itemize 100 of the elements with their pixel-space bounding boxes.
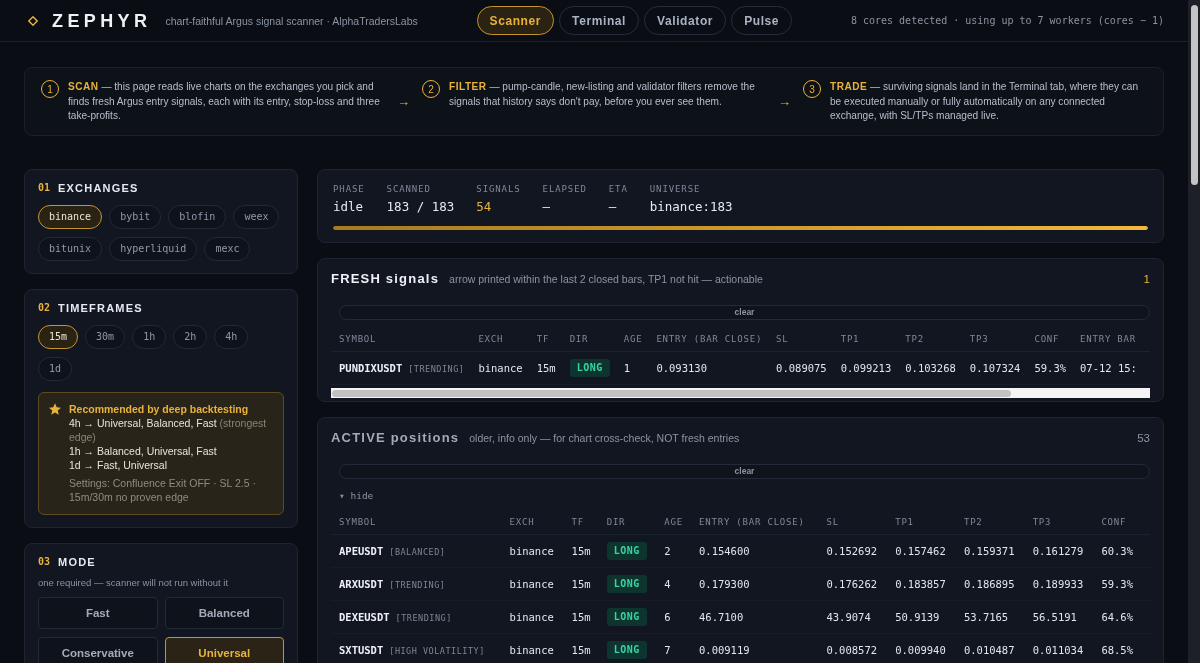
table-cell: 0.093130 bbox=[656, 351, 777, 385]
table-cell: 0.009119 bbox=[699, 633, 827, 663]
column-header: TP3 bbox=[1032, 510, 1102, 534]
table-cell: 68.5% bbox=[1101, 633, 1150, 663]
stat-label: PHASE bbox=[333, 182, 365, 195]
table-cell: 6 bbox=[664, 600, 699, 633]
column-header: TP3 bbox=[969, 327, 1035, 352]
table-subtitle: arrow printed within the last 2 closed bars, TP1 not hit — actionable bbox=[449, 271, 763, 286]
stat-value: 183 / 183 bbox=[386, 198, 455, 215]
exchange-chip[interactable]: blofin bbox=[168, 204, 227, 229]
exchange-chip[interactable]: hyperliquid bbox=[109, 236, 198, 261]
timeframe-chip[interactable]: 2h bbox=[173, 324, 208, 349]
clear-button[interactable]: clear bbox=[339, 304, 1150, 320]
app-tagline: chart-faithful Argus signal scanner · AlphaTradersLabs bbox=[165, 14, 418, 27]
table-cell: 0.099213 bbox=[840, 351, 906, 385]
stat-label: SCANNED bbox=[386, 182, 432, 195]
table-cell: 0.189933 bbox=[1032, 567, 1102, 600]
table-cell: 0.011034 bbox=[1032, 633, 1102, 663]
timeframe-chip[interactable]: 1h bbox=[132, 324, 167, 349]
table-cell: 0.010487 bbox=[963, 633, 1033, 663]
exchange-chip[interactable]: bitunix bbox=[38, 236, 103, 261]
mode-option[interactable]: Fast bbox=[38, 596, 158, 629]
stat-value: 54 bbox=[476, 198, 493, 215]
timeframe-chip[interactable]: 1d bbox=[38, 356, 73, 381]
horizontal-scrollbar[interactable] bbox=[331, 388, 1150, 398]
section-number: 02 bbox=[38, 300, 51, 315]
section-title: MODE bbox=[58, 554, 96, 569]
page-scrollbar[interactable] bbox=[1188, 0, 1200, 663]
exchange-chip[interactable]: mexc bbox=[204, 236, 251, 261]
table-cell: 59.3% bbox=[1034, 351, 1081, 385]
table-cell: 0.186895 bbox=[963, 567, 1033, 600]
exchange-chip[interactable]: weex bbox=[233, 204, 280, 229]
exchange-chip[interactable]: binance bbox=[38, 204, 103, 229]
column-header: TP2 bbox=[905, 327, 970, 352]
regime-tag: [TRENDING] bbox=[389, 579, 446, 590]
table-cell: 0.157462 bbox=[895, 534, 964, 567]
recommendation-line: 4h → Universal, Balanced, Fast (strongest edge) bbox=[69, 415, 268, 444]
column-header: TF bbox=[571, 510, 607, 534]
table-cell: 0.107324 bbox=[969, 351, 1035, 385]
table-count: 53 bbox=[1137, 431, 1150, 445]
symbol-text: DEXEUSDT bbox=[339, 610, 390, 623]
step-arrow: → bbox=[397, 94, 410, 109]
nav-tab[interactable]: Scanner bbox=[476, 6, 555, 35]
stat-label: SIGNALS bbox=[476, 182, 521, 195]
table-count: 1 bbox=[1143, 271, 1150, 286]
table-cell: 1 bbox=[623, 351, 657, 385]
mode-option[interactable]: Universal bbox=[164, 636, 284, 663]
table-cell: 0.152692 bbox=[826, 534, 896, 567]
table-cell: 53.7165 bbox=[963, 600, 1033, 633]
symbol-text: PUNDIXUSDT bbox=[339, 362, 403, 374]
section-title: EXCHANGES bbox=[58, 180, 139, 195]
column-header: SYMBOL bbox=[331, 327, 479, 352]
table-cell: 0.103268 bbox=[905, 351, 970, 385]
direction-tag: LONG bbox=[569, 359, 610, 377]
column-header: AGE bbox=[664, 510, 699, 534]
table-cell: 15m bbox=[571, 567, 607, 600]
clear-button[interactable]: clear bbox=[339, 464, 1150, 479]
table-cell: 59.3% bbox=[1101, 567, 1150, 600]
timeframe-chip[interactable]: 4h bbox=[214, 324, 249, 349]
step-description: TRADE — surviving signals land in the Terminal tab, where they can be executed manually or fully automatically on any connected exchange, with SL/TPs managed live. bbox=[830, 80, 1140, 123]
symbol-text: ARXUSDT bbox=[339, 577, 384, 590]
column-header: CONF bbox=[1101, 510, 1150, 534]
column-header: TF bbox=[536, 327, 570, 352]
section-title: TIMEFRAMES bbox=[58, 300, 143, 315]
exchange-chip[interactable]: bybit bbox=[109, 204, 162, 229]
recommendation-line: 1h → Balanced, Universal, Fast bbox=[69, 443, 218, 458]
regime-tag: [TRENDING] bbox=[395, 612, 452, 623]
column-header: AGE bbox=[623, 327, 657, 352]
mode-option[interactable]: Conservative bbox=[38, 636, 158, 663]
table-cell: 2 bbox=[664, 534, 699, 567]
table-cell: 0.176262 bbox=[826, 567, 896, 600]
table-cell: 0.183857 bbox=[895, 567, 964, 600]
regime-tag: [BALANCED] bbox=[389, 546, 446, 557]
app-logo: ZEPHYR bbox=[52, 10, 152, 31]
collapse-toggle[interactable]: ▾ hide bbox=[339, 490, 374, 502]
timeframe-chip[interactable]: 30m bbox=[85, 324, 126, 349]
timeframe-chip[interactable]: 15m bbox=[38, 324, 79, 349]
stat-label: ELAPSED bbox=[542, 182, 587, 195]
mode-option[interactable]: Balanced bbox=[164, 596, 284, 629]
direction-tag: LONG bbox=[606, 541, 647, 560]
stat-label: ETA bbox=[608, 182, 628, 195]
table-title: FRESH signals bbox=[331, 271, 440, 286]
recommendation-line: 1d → Fast, Universal bbox=[69, 457, 169, 472]
table-cell: 0.089075 bbox=[776, 351, 841, 385]
section-number: 01 bbox=[38, 180, 51, 195]
stat-label: UNIVERSE bbox=[649, 182, 702, 195]
table-cell: 43.9074 bbox=[826, 600, 896, 633]
table-cell: binance bbox=[509, 633, 572, 663]
column-header: TP2 bbox=[963, 510, 1033, 534]
table-cell: 15m bbox=[536, 351, 570, 385]
step-description: SCAN — this page reads live charts on the exchanges you pick and finds fresh Argus entry signals, each with its entry, stop-loss and three take-profits. bbox=[68, 80, 381, 123]
stat-value: idle bbox=[333, 198, 365, 215]
cores-status: 8 cores detected · using up to 7 workers (cores − 1) bbox=[850, 15, 1164, 26]
star-icon bbox=[49, 402, 61, 415]
column-header: DIR bbox=[569, 327, 624, 352]
table-cell: 7 bbox=[664, 633, 699, 663]
table-cell: 0.161279 bbox=[1032, 534, 1102, 567]
direction-tag: LONG bbox=[606, 607, 647, 626]
column-header: TP1 bbox=[840, 327, 906, 352]
column-header: ENTRY (BAR CLOSE) bbox=[656, 327, 777, 352]
